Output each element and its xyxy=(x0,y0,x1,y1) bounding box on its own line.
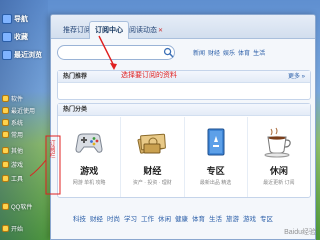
annotation-overlay xyxy=(29,35,117,195)
annotation-text: 选择要订阅的资料 xyxy=(121,72,177,79)
annotation-arrow-line xyxy=(98,35,115,67)
annotation-side-text: 订阅栏 xyxy=(48,140,54,158)
watermark: Baidu经验 xyxy=(284,229,316,236)
annotation-arrowhead xyxy=(110,63,117,70)
annotation-pointer xyxy=(29,159,47,177)
